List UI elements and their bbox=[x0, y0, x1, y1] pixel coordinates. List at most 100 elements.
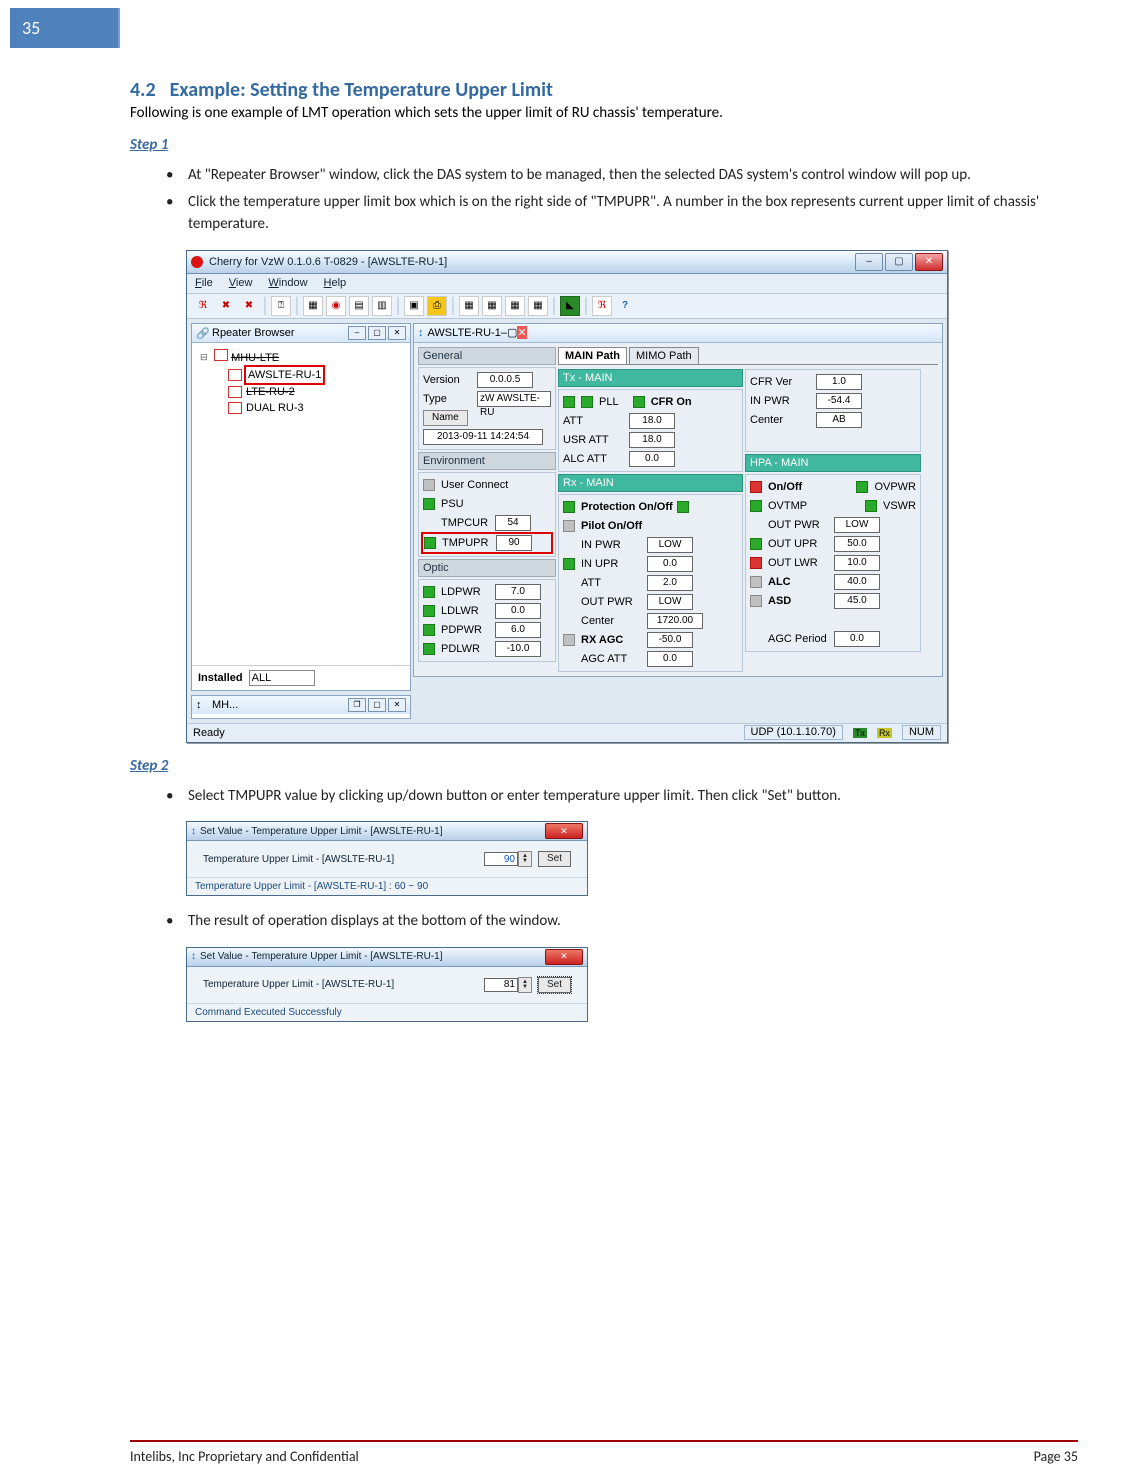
value-input[interactable] bbox=[484, 852, 518, 866]
toolbar-icon[interactable]: ℜ bbox=[592, 296, 612, 316]
minimize-button[interactable]: – bbox=[348, 326, 366, 340]
footer-left: Intelibs, Inc Proprietary and Confidenti… bbox=[130, 1448, 359, 1465]
rx-att-value[interactable]: 2.0 bbox=[647, 575, 693, 591]
led-icon bbox=[423, 605, 435, 617]
list-item: Select TMPUPR value by clicking up/down … bbox=[130, 785, 1078, 808]
toolbar-icon[interactable]: ▥ bbox=[372, 296, 392, 316]
onoff-label[interactable]: On/Off bbox=[768, 481, 802, 493]
prot-label[interactable]: Protection On/Off bbox=[581, 501, 673, 513]
dialog-title-bar[interactable]: ↕ Set Value - Temperature Upper Limit - … bbox=[187, 822, 587, 841]
tmpupr-value[interactable]: 90 bbox=[496, 535, 532, 551]
dialog-title-bar[interactable]: ↕ Set Value - Temperature Upper Limit - … bbox=[187, 948, 587, 967]
set-button[interactable]: Set bbox=[538, 851, 571, 867]
toolbar-icon[interactable]: ◉ bbox=[326, 296, 346, 316]
value-spinner[interactable]: ▲▼ bbox=[484, 977, 532, 993]
ldpwr-value[interactable]: 7.0 bbox=[495, 584, 541, 600]
ovtmp-label: OVTMP bbox=[768, 500, 807, 512]
toolbar-icon[interactable]: ℜ bbox=[193, 296, 213, 316]
maximize-button[interactable]: ▢ bbox=[368, 698, 386, 712]
close-button[interactable]: ✕ bbox=[545, 949, 583, 965]
hpa-outupr-value[interactable]: 50.0 bbox=[834, 536, 880, 552]
alc-label[interactable]: ALC bbox=[768, 576, 830, 588]
toolbar-icon[interactable]: ◣ bbox=[560, 296, 580, 316]
tree-node[interactable]: LTE-RU-2 bbox=[246, 384, 295, 400]
node-icon bbox=[214, 349, 228, 361]
toolbar-icon[interactable]: ▦ bbox=[482, 296, 502, 316]
rxagc-value[interactable]: -50.0 bbox=[647, 632, 693, 648]
close-button[interactable]: ✕ bbox=[388, 326, 406, 340]
tree-node[interactable]: DUAL RU-3 bbox=[246, 400, 304, 416]
agcatt-value[interactable]: 0.0 bbox=[647, 651, 693, 667]
toolbar-icon[interactable]: ▦ bbox=[528, 296, 548, 316]
maximize-button[interactable]: ▢ bbox=[368, 326, 386, 340]
toolbar-icon[interactable]: ▣ bbox=[404, 296, 424, 316]
tree-root[interactable]: MHU-LTE bbox=[231, 352, 279, 364]
menu-bar[interactable]: File View Window Help bbox=[187, 274, 947, 294]
toolbar-icon[interactable]: ✖ bbox=[239, 296, 259, 316]
value-spinner[interactable]: ▲▼ bbox=[484, 851, 532, 867]
menu-window[interactable]: Window bbox=[268, 277, 307, 289]
usratt-value[interactable]: 18.0 bbox=[629, 432, 675, 448]
toolbar-icon[interactable]: ▦ bbox=[505, 296, 525, 316]
installed-input[interactable] bbox=[249, 670, 315, 686]
close-button[interactable]: ✕ bbox=[517, 326, 526, 339]
maximize-button[interactable]: ▢ bbox=[885, 253, 913, 271]
toolbar-icon[interactable]: ✖ bbox=[216, 296, 236, 316]
spinner-buttons[interactable]: ▲▼ bbox=[518, 851, 532, 867]
pdlwr-value[interactable]: -10.0 bbox=[495, 641, 541, 657]
toolbar-icon[interactable]: ▦ bbox=[459, 296, 479, 316]
help-icon[interactable]: ? bbox=[615, 296, 635, 316]
cfron-label[interactable]: CFR On bbox=[651, 396, 692, 408]
tmpcur-value: 54 bbox=[495, 515, 531, 531]
intro-paragraph: Following is one example of LMT operatio… bbox=[130, 104, 1078, 122]
path-pane: MAIN Path MIMO Path Tx - MAIN P bbox=[558, 347, 938, 672]
alcatt-value[interactable]: 0.0 bbox=[629, 451, 675, 467]
asd-value[interactable]: 45.0 bbox=[834, 593, 880, 609]
spinner-buttons[interactable]: ▲▼ bbox=[518, 977, 532, 993]
rx-inupr-value[interactable]: 0.0 bbox=[647, 556, 693, 572]
name-button[interactable]: Name bbox=[423, 410, 468, 426]
maximize-button[interactable]: ▢ bbox=[507, 326, 517, 339]
dialog1-screenshot: ↕ Set Value - Temperature Upper Limit - … bbox=[186, 821, 1078, 896]
tx-center-value[interactable]: AB bbox=[816, 412, 862, 428]
alc-value[interactable]: 40.0 bbox=[834, 574, 880, 590]
env-header: Environment bbox=[418, 452, 556, 470]
close-button[interactable]: ✕ bbox=[915, 253, 943, 271]
menu-help[interactable]: Help bbox=[324, 277, 347, 289]
agcperiod-value[interactable]: 0.0 bbox=[834, 631, 880, 647]
hpa-outlwr-value[interactable]: 10.0 bbox=[834, 555, 880, 571]
led-icon bbox=[750, 557, 762, 569]
rx-center-value[interactable]: 1720.00 bbox=[647, 613, 703, 629]
minimize-button[interactable]: – bbox=[855, 253, 883, 271]
menu-file[interactable]: File bbox=[195, 277, 213, 289]
section-number: 4.2 bbox=[130, 78, 156, 102]
value-input[interactable] bbox=[484, 978, 518, 992]
type-value[interactable]: zW AWSLTE-RU bbox=[477, 391, 551, 407]
dialog-field-label: Temperature Upper Limit - [AWSLTE-RU-1] bbox=[203, 979, 478, 990]
dialog-icon: ↕ bbox=[191, 826, 196, 837]
set-button[interactable]: Set bbox=[538, 977, 571, 993]
cfrver-value: 1.0 bbox=[816, 374, 862, 390]
toolbar-icon[interactable]: ⎙ bbox=[427, 296, 447, 316]
toolbar-icon[interactable]: ▤ bbox=[349, 296, 369, 316]
tree-node-selected[interactable]: AWSLTE-RU-1 bbox=[244, 365, 325, 385]
close-button[interactable]: ✕ bbox=[545, 823, 583, 839]
asd-label[interactable]: ASD bbox=[768, 595, 830, 607]
restore-button[interactable]: ❐ bbox=[348, 698, 366, 712]
menu-view[interactable]: View bbox=[229, 277, 253, 289]
pilot-label[interactable]: Pilot On/Off bbox=[581, 520, 642, 532]
close-button[interactable]: ✕ bbox=[388, 698, 406, 712]
toolbar-icon[interactable]: ▦ bbox=[303, 296, 323, 316]
device-tree[interactable]: MHU-LTE AWSLTE-RU-1 LTE-RU-2 DUAL RU-3 bbox=[192, 343, 410, 665]
dialog-icon: ↕ bbox=[191, 951, 196, 962]
mh-taskbar-item[interactable]: ↕MH...❐▢✕ bbox=[191, 695, 411, 719]
tab-mimo-path[interactable]: MIMO Path bbox=[629, 347, 699, 364]
rxagc-label[interactable]: RX AGC bbox=[581, 634, 643, 646]
hpa-outpwr-value: LOW bbox=[834, 517, 880, 533]
title-bar[interactable]: Cherry for VzW 0.1.0.6 T-0829 - [AWSLTE-… bbox=[187, 251, 947, 274]
pdpwr-value[interactable]: 6.0 bbox=[495, 622, 541, 638]
tab-main-path[interactable]: MAIN Path bbox=[558, 347, 627, 364]
att-value[interactable]: 18.0 bbox=[629, 413, 675, 429]
toolbar-icon[interactable]: ⍰ bbox=[271, 296, 291, 316]
ldlwr-value[interactable]: 0.0 bbox=[495, 603, 541, 619]
